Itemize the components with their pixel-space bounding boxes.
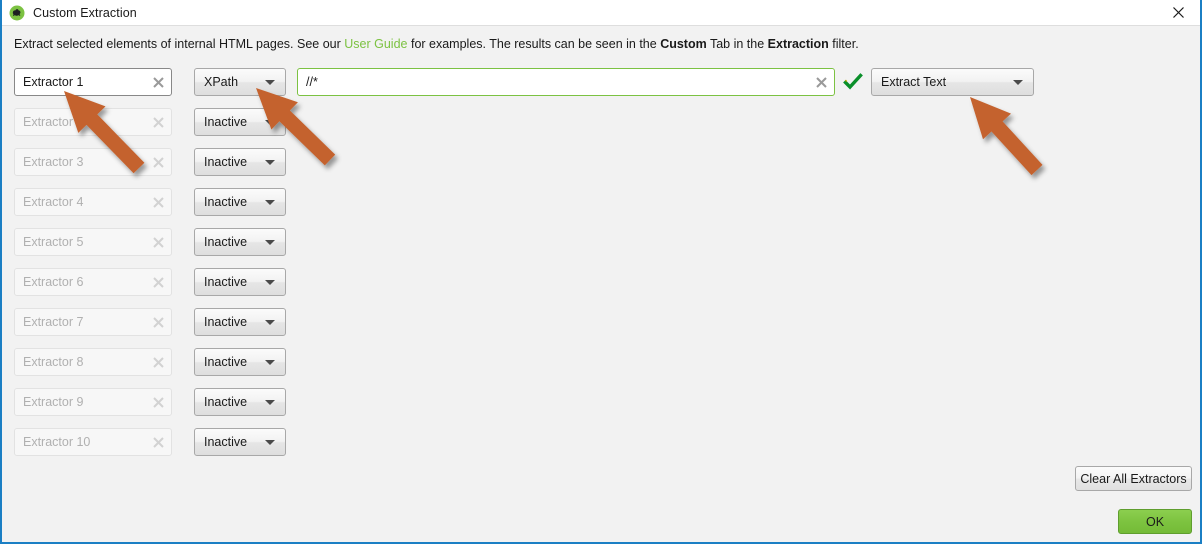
extractor-name-input-10[interactable]: Extractor 10 — [14, 428, 172, 456]
clear-x-icon[interactable] — [814, 75, 828, 89]
clear-all-extractors-label: Clear All Extractors — [1080, 472, 1186, 486]
description-part-4: filter. — [829, 37, 859, 51]
extractor-name-input-2[interactable]: Extractor 2 — [14, 108, 172, 136]
extractor-type-dropdown-8[interactable]: Inactive — [194, 348, 286, 376]
extractor-name-input-4[interactable]: Extractor 4 — [14, 188, 172, 216]
clear-x-icon[interactable] — [151, 315, 165, 329]
description-bold-custom: Custom — [660, 37, 707, 51]
extractor-name-text: Extractor 5 — [23, 235, 151, 249]
arrow-to-action-dropdown — [970, 97, 1043, 175]
extractor-type-label: Inactive — [204, 395, 257, 409]
extractor-type-dropdown-3[interactable]: Inactive — [194, 148, 286, 176]
extractor-type-label: Inactive — [204, 235, 257, 249]
extractor-name-text: Extractor 8 — [23, 355, 151, 369]
ok-button-label: OK — [1146, 515, 1164, 529]
chevron-down-icon — [265, 200, 275, 205]
extractor-type-dropdown-1[interactable]: XPath — [194, 68, 286, 96]
extractor-name-text: Extractor 2 — [23, 115, 151, 129]
clear-x-icon[interactable] — [151, 195, 165, 209]
chevron-down-icon — [265, 440, 275, 445]
clear-x-icon[interactable] — [151, 435, 165, 449]
clear-x-icon[interactable] — [151, 115, 165, 129]
clear-all-extractors-button[interactable]: Clear All Extractors — [1075, 466, 1192, 491]
chevron-down-icon — [1013, 80, 1023, 85]
custom-extraction-dialog: Custom Extraction Extract selected eleme… — [0, 0, 1202, 544]
close-icon[interactable] — [1156, 0, 1200, 25]
extractor-name-text: Extractor 7 — [23, 315, 151, 329]
extractor-name-text: Extractor 4 — [23, 195, 151, 209]
chevron-down-icon — [265, 360, 275, 365]
extractor-name-text: Extractor 9 — [23, 395, 151, 409]
chevron-down-icon — [265, 240, 275, 245]
extractor-name-input-6[interactable]: Extractor 6 — [14, 268, 172, 296]
extractor-type-label: Inactive — [204, 355, 257, 369]
extractor-type-label: Inactive — [204, 195, 257, 209]
clear-x-icon[interactable] — [151, 75, 165, 89]
chevron-down-icon — [265, 160, 275, 165]
extractor-name-text: Extractor 10 — [23, 435, 151, 449]
description-part-2: for examples. The results can be seen in… — [408, 37, 661, 51]
extractor-name-input-1[interactable]: Extractor 1 — [14, 68, 172, 96]
extractor-type-dropdown-10[interactable]: Inactive — [194, 428, 286, 456]
clear-x-icon[interactable] — [151, 275, 165, 289]
title-bar: Custom Extraction — [2, 0, 1200, 26]
extractor-name-input-8[interactable]: Extractor 8 — [14, 348, 172, 376]
extractor-type-label: XPath — [204, 75, 257, 89]
screaming-frog-logo-icon — [9, 5, 25, 21]
chevron-down-icon — [265, 120, 275, 125]
extractor-type-label: Inactive — [204, 275, 257, 289]
extractor-name-input-7[interactable]: Extractor 7 — [14, 308, 172, 336]
chevron-down-icon — [265, 80, 275, 85]
green-check-icon — [843, 72, 863, 92]
ok-button[interactable]: OK — [1118, 509, 1192, 534]
clear-x-icon[interactable] — [151, 395, 165, 409]
window-title: Custom Extraction — [33, 6, 137, 20]
extractor-type-dropdown-5[interactable]: Inactive — [194, 228, 286, 256]
extractor-type-label: Inactive — [204, 115, 257, 129]
extractor-type-label: Inactive — [204, 155, 257, 169]
extractor-name-input-5[interactable]: Extractor 5 — [14, 228, 172, 256]
extractor-value-input-1[interactable]: //* — [297, 68, 835, 96]
extractor-type-dropdown-2[interactable]: Inactive — [194, 108, 286, 136]
chevron-down-icon — [265, 280, 275, 285]
extractor-name-input-3[interactable]: Extractor 3 — [14, 148, 172, 176]
clear-x-icon[interactable] — [151, 235, 165, 249]
chevron-down-icon — [265, 320, 275, 325]
extractor-value-text: //* — [306, 75, 814, 89]
description-part-1: Extract selected elements of internal HT… — [14, 37, 344, 51]
extractor-type-dropdown-6[interactable]: Inactive — [194, 268, 286, 296]
extractor-action-label: Extract Text — [881, 75, 1005, 89]
description-text: Extract selected elements of internal HT… — [14, 37, 859, 51]
description-bold-extraction: Extraction — [768, 37, 829, 51]
extractor-type-dropdown-4[interactable]: Inactive — [194, 188, 286, 216]
chevron-down-icon — [265, 400, 275, 405]
extractor-type-label: Inactive — [204, 435, 257, 449]
extractor-name-text: Extractor 3 — [23, 155, 151, 169]
extractor-action-dropdown-1[interactable]: Extract Text — [871, 68, 1034, 96]
extractor-type-label: Inactive — [204, 315, 257, 329]
user-guide-link[interactable]: User Guide — [344, 37, 407, 51]
extractor-name-text: Extractor 1 — [23, 75, 151, 89]
extractor-type-dropdown-7[interactable]: Inactive — [194, 308, 286, 336]
extractor-name-text: Extractor 6 — [23, 275, 151, 289]
description-part-3: Tab in the — [707, 37, 768, 51]
extractor-name-input-9[interactable]: Extractor 9 — [14, 388, 172, 416]
clear-x-icon[interactable] — [151, 155, 165, 169]
clear-x-icon[interactable] — [151, 355, 165, 369]
extractor-type-dropdown-9[interactable]: Inactive — [194, 388, 286, 416]
